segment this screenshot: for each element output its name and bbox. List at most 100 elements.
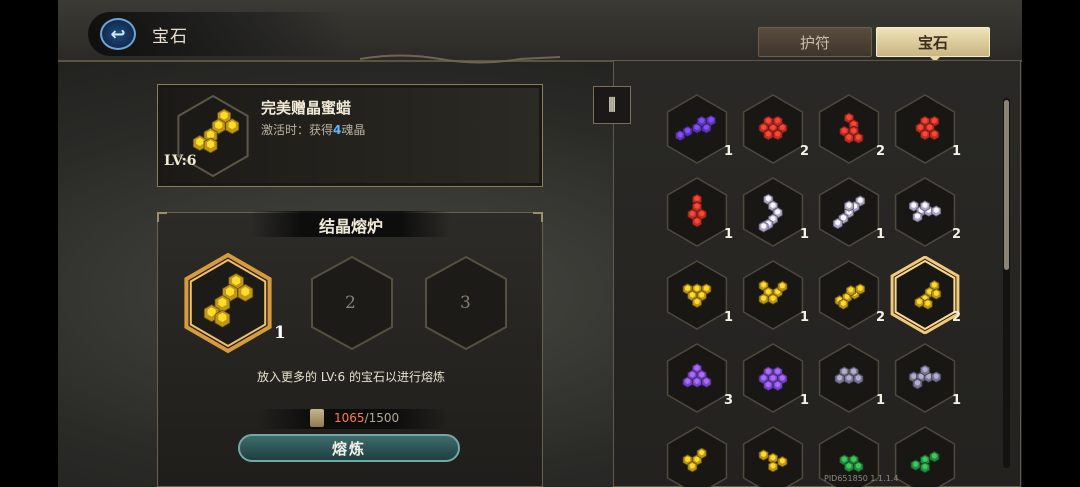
gem-slot[interactable] [738, 422, 808, 487]
version-label: PID651850 1.1.1.4 [824, 474, 899, 483]
gem-crystal [832, 217, 843, 230]
gem-slot[interactable]: 1 [890, 339, 961, 417]
gem-slot[interactable] [890, 422, 960, 487]
gem-slot[interactable]: 1 [814, 339, 886, 417]
gem-effect: 激活时：获得4魂晶 [261, 121, 365, 138]
gem-slot[interactable]: 1 [814, 173, 885, 251]
gem-crystal [929, 129, 940, 141]
gem-slot[interactable]: 2 [890, 173, 961, 251]
gem-count: 1 [952, 144, 962, 159]
gem-crystal [682, 376, 693, 388]
gem-effect-prefix: 激活时：获得 [261, 123, 334, 137]
gem-count: 1 [724, 227, 734, 242]
gem-crystal [701, 376, 712, 388]
gem-crystal [844, 373, 854, 385]
gem-name: 完美赠晶蜜蜡 [261, 99, 352, 117]
gem-crystal [203, 137, 218, 154]
gem-slot[interactable]: 2 [738, 90, 810, 168]
gem-icon [742, 177, 804, 247]
gem-slot[interactable]: 1 [662, 90, 733, 168]
furnace-slot-1[interactable] [180, 251, 276, 355]
gem-effect-suffix: 魂晶 [341, 123, 366, 137]
furnace-title: 结晶熔炉 [318, 217, 383, 236]
gem-slot[interactable]: 1 [738, 256, 810, 334]
gem-slot[interactable]: 1 [662, 173, 734, 251]
gem-crystal [914, 296, 925, 308]
gem-icon [666, 343, 728, 413]
gem-crystal [237, 283, 254, 302]
gem-crystal [920, 200, 930, 212]
gem-icon [742, 343, 804, 413]
gem-count: 2 [800, 144, 810, 159]
gem-crystal [763, 379, 774, 391]
gem-slot[interactable]: 1 [738, 339, 809, 417]
tab-gem[interactable]: 宝石 [876, 27, 990, 57]
gem-slot[interactable]: 2 [814, 256, 886, 334]
filter-icon: ⫼ [608, 95, 616, 114]
scrollbar-thumb[interactable] [1004, 100, 1009, 270]
gem-crystal [853, 461, 864, 473]
gem-slot[interactable]: 2 [814, 90, 885, 168]
gem-crystal [920, 129, 930, 141]
gem-slot[interactable]: 1 [662, 256, 733, 334]
gem-crystal [696, 115, 707, 127]
gem-crystal [675, 129, 686, 142]
gem-crystal [931, 288, 942, 300]
gem-crystal [692, 216, 702, 228]
cost-current: 1065 [334, 411, 365, 425]
gem-crystal [912, 378, 923, 390]
back-arrow-icon: ↩ [110, 23, 126, 45]
gem-crystal [846, 285, 856, 297]
gem-crystal [777, 456, 788, 468]
gem-crystal [768, 293, 778, 305]
letterbox-right [1022, 0, 1080, 487]
gem-count: 1 [800, 310, 810, 325]
gem-slot[interactable]: 1 [738, 173, 809, 251]
gem-crystal [912, 211, 923, 223]
furnace-slot-3-label: 3 [460, 293, 471, 313]
gem-crystal [758, 293, 769, 305]
gem-icon [894, 94, 956, 164]
gem-count: 1 [876, 393, 886, 408]
cost-text: 1065/1500 [334, 411, 399, 425]
gem-crystal [772, 379, 783, 391]
gem-slot[interactable]: 3 [662, 339, 734, 417]
game-screen: ↩ 宝石 护符 宝石 LV:6 完美赠晶蜜蜡 激活时：获得4魂晶 结晶熔炉 1 … [0, 0, 1080, 487]
gem-crystal [931, 371, 942, 383]
gem-crystal [844, 200, 854, 212]
gem-crystal [777, 280, 788, 293]
gem-crystal [931, 205, 942, 217]
gem-count: 2 [952, 310, 962, 325]
gem-crystal [692, 296, 702, 308]
gem-crystal [763, 129, 774, 141]
gem-slot[interactable]: 1 [890, 90, 962, 168]
filter-button[interactable]: ⫼ [593, 86, 631, 124]
smelt-button[interactable]: 熔炼 [238, 434, 460, 462]
gem-slot[interactable] [662, 422, 732, 487]
gem-count: 2 [876, 310, 886, 325]
gem-crystal [834, 373, 845, 385]
letterbox-left [0, 0, 58, 487]
header-ornament [360, 54, 560, 64]
gem-crystal [692, 376, 702, 388]
gem-crystal [225, 118, 240, 135]
gem-crystal [920, 461, 930, 474]
gem-count: 3 [724, 393, 734, 408]
gem-icon [666, 426, 728, 487]
scroll-icon [310, 409, 324, 427]
gem-icon [894, 426, 956, 487]
gem-crystal [929, 451, 940, 463]
gem-slot[interactable]: 2 [890, 256, 962, 334]
gem-icon [666, 260, 728, 330]
gem-crystal [706, 114, 716, 127]
gem-crystal [844, 132, 854, 144]
gem-crystal [758, 449, 769, 461]
gem-crystal [844, 461, 854, 473]
furnace-slot-2-label: 2 [345, 293, 356, 313]
tab-charm[interactable]: 护符 [758, 27, 872, 57]
gem-crystal [920, 364, 930, 376]
gem-icon [818, 94, 880, 164]
gem-icon [742, 426, 804, 487]
gem-icon [818, 343, 880, 413]
back-button[interactable]: ↩ [100, 18, 136, 50]
